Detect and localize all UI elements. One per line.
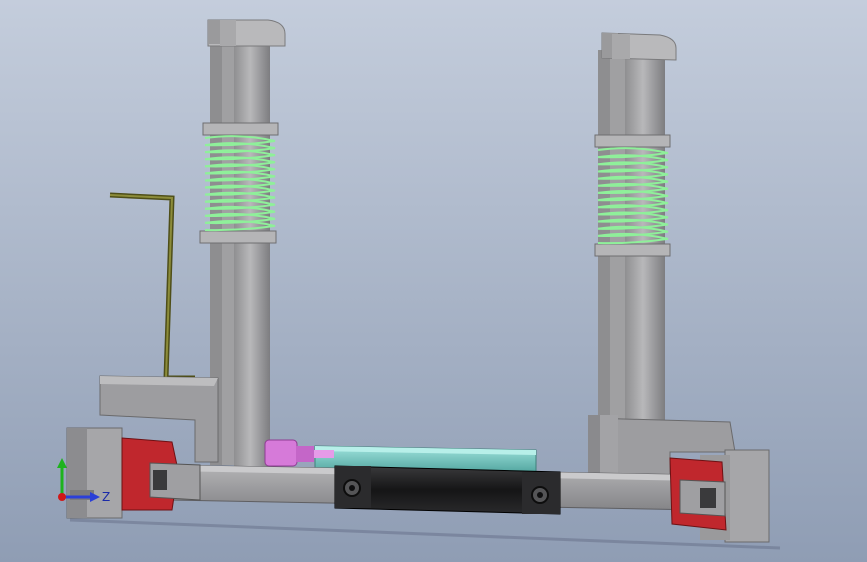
cad-viewport[interactable]: Z	[0, 0, 867, 562]
black-bushing[interactable]	[334, 465, 561, 515]
triad-x-axis-origin	[58, 493, 66, 501]
assembly-scene[interactable]: Z	[0, 0, 867, 562]
right-post-assembly[interactable]	[594, 32, 677, 477]
triad-z-label: Z	[102, 490, 110, 504]
